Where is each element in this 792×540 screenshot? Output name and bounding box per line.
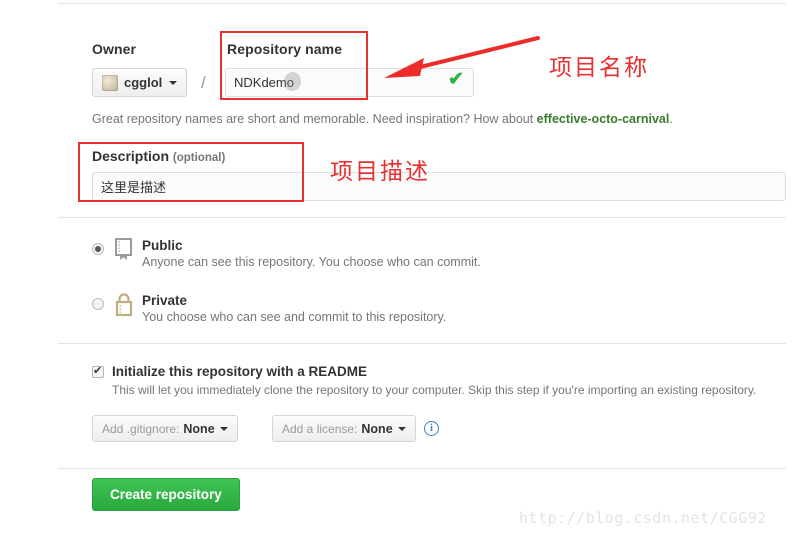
license-prefix-label: Add a license:	[282, 421, 358, 436]
gitignore-value-label: None	[183, 421, 215, 436]
hint-suffix: .	[669, 112, 673, 126]
license-dropdown-button[interactable]: Add a license: None	[272, 415, 416, 442]
annotation-repository-name-note: 项目名称	[549, 55, 649, 81]
radio-private[interactable]	[92, 298, 104, 310]
visibility-private-title: Private	[142, 293, 188, 308]
repo-book-icon	[114, 238, 133, 262]
license-value-label: None	[361, 421, 393, 436]
divider-readme	[58, 343, 786, 344]
divider-submit	[58, 468, 786, 469]
repository-name-label: Repository name	[227, 41, 343, 57]
visibility-public-description: Anyone can see this repository. You choo…	[142, 255, 481, 269]
description-label: Description (optional)	[92, 148, 225, 164]
divider-top	[58, 3, 786, 4]
chevron-down-icon	[219, 426, 228, 431]
readme-description: This will let you immediately clone the …	[112, 383, 757, 397]
description-optional-text: (optional)	[172, 152, 226, 164]
divider-visibility	[58, 217, 786, 218]
owner-dropdown-button[interactable]: cgglol	[92, 68, 188, 97]
hint-prefix: Great repository names are short and mem…	[92, 112, 537, 126]
gitignore-dropdown-button[interactable]: Add .gitignore: None	[92, 415, 238, 442]
create-repository-button[interactable]: Create repository	[92, 478, 240, 511]
check-icon: ✔	[448, 69, 464, 90]
create-repository-page: Owner cgglol / Repository name ✔ Great r…	[0, 0, 792, 540]
watermark-text: http://blog.csdn.net/CGG92	[519, 509, 767, 527]
lock-icon	[114, 293, 134, 317]
description-input[interactable]	[92, 172, 786, 201]
annotation-description-note: 项目描述	[330, 159, 430, 185]
chevron-down-icon	[397, 426, 406, 431]
info-icon[interactable]: i	[424, 421, 439, 436]
path-separator: /	[201, 73, 206, 92]
visibility-private-description: You choose who can see and commit to thi…	[142, 310, 447, 324]
repository-name-hint: Great repository names are short and mem…	[92, 112, 673, 126]
radio-public[interactable]	[92, 243, 104, 255]
readme-title: Initialize this repository with a README	[112, 364, 368, 379]
chevron-down-icon	[169, 80, 178, 85]
suggested-name-link[interactable]: effective-octo-carnival	[537, 112, 670, 126]
description-label-text: Description	[92, 148, 170, 164]
owner-label: Owner	[92, 41, 137, 57]
avatar	[102, 74, 118, 91]
checkbox-initialize-readme[interactable]	[92, 364, 104, 378]
gitignore-prefix-label: Add .gitignore:	[102, 421, 180, 436]
repository-name-input[interactable]	[225, 68, 474, 97]
visibility-public-title: Public	[142, 238, 183, 253]
owner-name-label: cgglol	[124, 75, 163, 90]
